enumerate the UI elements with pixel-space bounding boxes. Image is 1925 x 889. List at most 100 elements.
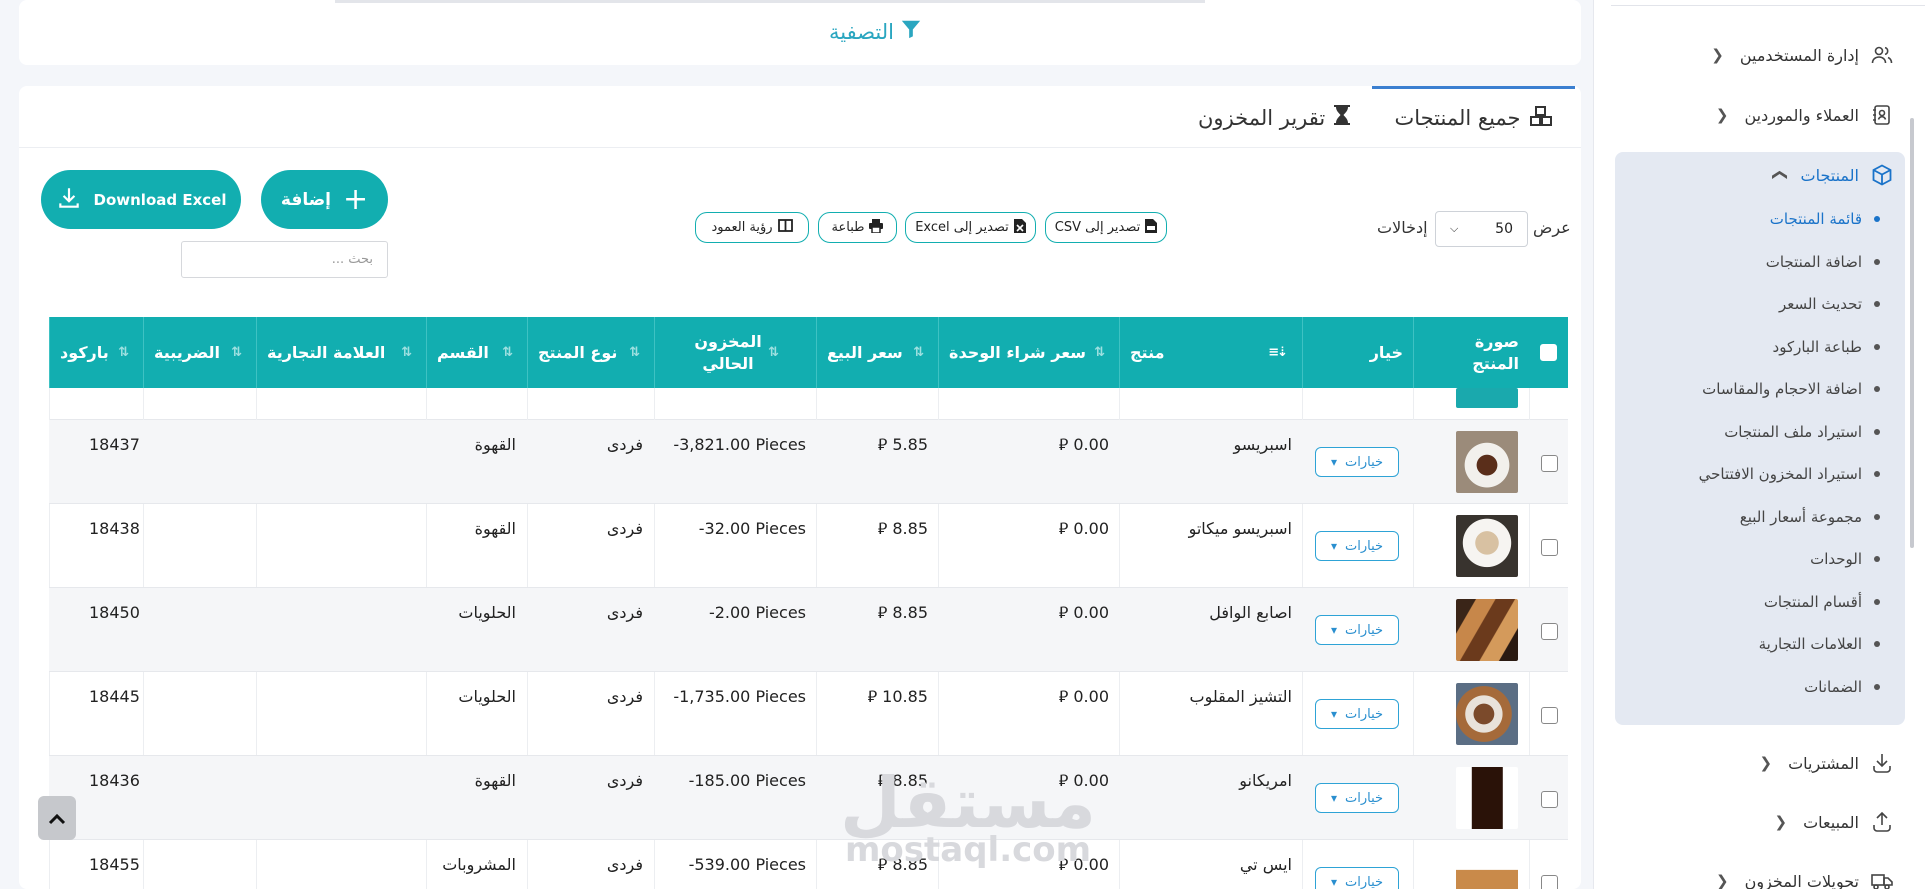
tab-label: جميع المنتجات bbox=[1394, 106, 1521, 130]
chevron-left-icon: ❮ bbox=[1715, 106, 1729, 124]
th-price[interactable]: سعر البيع ⇅ bbox=[816, 317, 938, 388]
th-product[interactable]: ⇣≡ منتج bbox=[1119, 317, 1302, 388]
row-checkbox[interactable] bbox=[1541, 623, 1558, 640]
select-all-checkbox[interactable] bbox=[1540, 344, 1557, 361]
export-excel-label: تصدير إلى Excel bbox=[915, 220, 1009, 235]
sidebar-sub-sizes[interactable]: اضافة الاحجام والمقاسات bbox=[1702, 380, 1880, 398]
sort-icon: ⇅ bbox=[231, 344, 242, 360]
product-image bbox=[1456, 515, 1518, 577]
print-button[interactable]: طباعة bbox=[818, 212, 897, 243]
sidebar-sub-import-products[interactable]: استيراد ملف المنتجات bbox=[1724, 423, 1880, 441]
cell-product: امريكانو bbox=[1239, 771, 1292, 790]
sidebar-sub-categories[interactable]: أقسام المنتجات bbox=[1764, 593, 1880, 611]
search-input[interactable]: بحث ... bbox=[181, 241, 388, 278]
sub-label: قائمة المنتجات bbox=[1769, 210, 1862, 228]
column-visibility-button[interactable]: رؤية العمود bbox=[695, 212, 809, 243]
cell-unit-cost: ⃁ 0.00 bbox=[1058, 435, 1109, 454]
th-label: القسم bbox=[437, 342, 489, 362]
cell-price: ⃁ 8.85 bbox=[877, 603, 928, 622]
sub-label: الوحدات bbox=[1810, 550, 1862, 568]
sidebar-sub-product-list[interactable]: قائمة المنتجات bbox=[1770, 210, 1880, 228]
th-brand[interactable]: العلامة التجارية ⇅ bbox=[256, 317, 426, 388]
sidebar-item-sales[interactable]: المبيعات ❮ bbox=[1775, 809, 1895, 835]
sidebar-sub-units[interactable]: الوحدات bbox=[1810, 550, 1880, 568]
cell-category: القهوة bbox=[474, 771, 516, 790]
th-label: منتج bbox=[1130, 342, 1165, 362]
tab-all-products[interactable]: جميع المنتجات bbox=[1372, 86, 1575, 147]
print-label: طباعة bbox=[831, 220, 865, 235]
sidebar-sub-price-groups[interactable]: مجموعة أسعار البيع bbox=[1740, 508, 1880, 526]
export-excel-button[interactable]: تصدير إلى Excel bbox=[905, 212, 1036, 243]
bullet-icon bbox=[1874, 429, 1880, 435]
product-image bbox=[1456, 388, 1518, 408]
row-checkbox[interactable] bbox=[1541, 791, 1558, 808]
sidebar-item-products[interactable]: المنتجات ❮ bbox=[1769, 162, 1895, 188]
chevron-down-icon: ❮ bbox=[1769, 168, 1788, 182]
th-label: خيار bbox=[1369, 342, 1403, 362]
sidebar-item-users[interactable]: إدارة المستخدمين ❮ bbox=[1711, 42, 1895, 68]
options-dropdown-button[interactable]: خيارات ▾ bbox=[1315, 615, 1399, 645]
th-type[interactable]: نوع المنتج ⇅ bbox=[527, 317, 654, 388]
select-all-header bbox=[1529, 317, 1568, 388]
row-checkbox[interactable] bbox=[1541, 707, 1558, 724]
bullet-icon bbox=[1874, 259, 1880, 265]
sidebar-sub-update-price[interactable]: تحديث السعر bbox=[1779, 295, 1880, 313]
sidebar-item-customers[interactable]: العملاء والموردين ❮ bbox=[1716, 102, 1895, 128]
filter-toggle[interactable]: التصفية bbox=[829, 18, 922, 45]
caret-down-icon: ▾ bbox=[1330, 707, 1337, 721]
cell-price: ⃁ 10.85 bbox=[867, 687, 928, 706]
export-csv-button[interactable]: تصدير إلى CSV bbox=[1045, 212, 1167, 243]
th-stock[interactable]: المخزون الحالي ⇅ bbox=[654, 317, 816, 388]
sidebar-sub-print-barcode[interactable]: طباعة الباركود bbox=[1773, 338, 1880, 356]
sidebar-item-purchases[interactable]: المشتريات ❮ bbox=[1760, 750, 1895, 776]
cell-price: ⃁ 8.85 bbox=[877, 519, 928, 538]
cell-barcode: 18437 bbox=[89, 435, 140, 454]
top-search-edge bbox=[335, 0, 1205, 3]
tab-stock-report[interactable]: تقرير المخزون bbox=[1198, 104, 1351, 131]
row-checkbox[interactable] bbox=[1541, 539, 1558, 556]
row-checkbox[interactable] bbox=[1541, 875, 1558, 889]
th-barcode[interactable]: باركود ⇅ bbox=[49, 317, 143, 388]
row-checkbox[interactable] bbox=[1541, 455, 1558, 472]
caret-down-icon: ▾ bbox=[1330, 539, 1337, 553]
cell-product: اصابع الوافل bbox=[1209, 603, 1292, 622]
options-dropdown-button[interactable]: خيارات ▾ bbox=[1315, 447, 1399, 477]
sidebar-sub-add-products[interactable]: اضافة المنتجات bbox=[1766, 253, 1880, 271]
cell-product: التشيز المقلوب bbox=[1189, 687, 1292, 706]
entries-select[interactable]: ⌵ 50 bbox=[1435, 211, 1528, 247]
sort-asc-icon: ⇣≡ bbox=[1268, 344, 1288, 360]
download-arrow-icon bbox=[1869, 750, 1895, 776]
bullet-icon bbox=[1874, 301, 1880, 307]
options-dropdown-button[interactable]: خيارات ▾ bbox=[1315, 531, 1399, 561]
options-dropdown-button[interactable]: خيارات ▾ bbox=[1315, 867, 1399, 889]
chevron-left-icon: ❮ bbox=[1716, 872, 1729, 889]
th-label: المخزون الحالي bbox=[694, 331, 762, 373]
options-dropdown-button[interactable]: خيارات ▾ bbox=[1315, 783, 1399, 813]
sidebar-scrollbar[interactable] bbox=[1910, 118, 1914, 548]
bullet-icon bbox=[1874, 599, 1880, 605]
sidebar-top-edge bbox=[1611, 0, 1925, 6]
add-button[interactable]: + إضافة bbox=[261, 170, 388, 229]
sidebar-item-stock-transfers[interactable]: تحويلات المخزون ❮ bbox=[1716, 868, 1895, 889]
bullet-icon bbox=[1874, 471, 1880, 477]
sidebar-sub-brands[interactable]: العلامات التجارية bbox=[1759, 635, 1880, 653]
sidebar-sub-warranties[interactable]: الضمانات bbox=[1804, 678, 1880, 696]
th-label: سعر البيع bbox=[827, 342, 903, 362]
sidebar-item-label: المنتجات bbox=[1800, 165, 1860, 185]
th-category[interactable]: القسم ⇅ bbox=[426, 317, 527, 388]
th-tax[interactable]: الضريبية ⇅ bbox=[143, 317, 256, 388]
th-unit-cost[interactable]: سعر شراء الوحدة ⇅ bbox=[938, 317, 1119, 388]
cell-category: القهوة bbox=[474, 519, 516, 538]
bullet-icon bbox=[1874, 684, 1880, 690]
sub-label: الضمانات bbox=[1804, 678, 1862, 696]
add-label: إضافة bbox=[280, 189, 331, 210]
printer-icon bbox=[869, 218, 884, 237]
tabs-divider bbox=[19, 147, 1581, 148]
scroll-to-top-button[interactable] bbox=[38, 796, 76, 840]
download-excel-button[interactable]: Download Excel bbox=[41, 170, 241, 229]
options-dropdown-button[interactable]: خيارات ▾ bbox=[1315, 699, 1399, 729]
bullet-icon bbox=[1874, 556, 1880, 562]
sub-label: العلامات التجارية bbox=[1758, 635, 1862, 653]
cell-type: فردى bbox=[606, 855, 643, 874]
sidebar-sub-import-opening-stock[interactable]: استيراد المخزون الافتتاحي bbox=[1699, 465, 1880, 483]
